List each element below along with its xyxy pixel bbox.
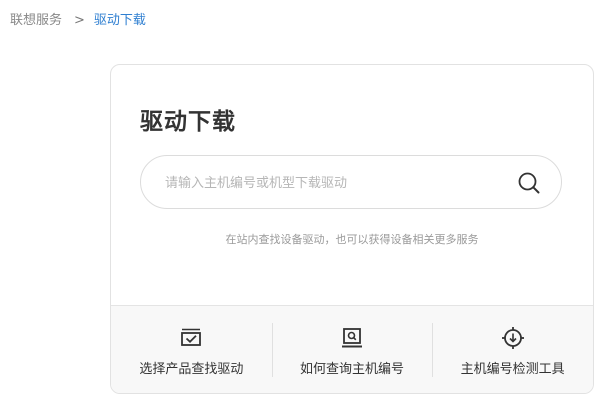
tool-find-serial[interactable]: 如何查询主机编号	[271, 306, 433, 393]
driver-download-card: 驱动下载 在站内查找设备驱动，也可以获得设备相关更多服务 选择产品查找驱动	[110, 64, 594, 394]
breadcrumb-current-link[interactable]: 驱动下载	[94, 13, 146, 28]
crosshair-download-icon	[501, 326, 525, 350]
search-icon[interactable]	[517, 171, 541, 195]
breadcrumb-separator: >	[74, 13, 85, 28]
laptop-search-icon	[340, 326, 364, 350]
breadcrumb-home-link[interactable]: 联想服务	[10, 13, 62, 28]
search-hint: 在站内查找设备驱动，也可以获得设备相关更多服务	[225, 233, 479, 246]
tool-detect-serial[interactable]: 主机编号检测工具	[432, 306, 593, 393]
tool-select-product[interactable]: 选择产品查找驱动	[111, 306, 272, 393]
search-input[interactable]	[163, 156, 507, 210]
page-title: 驱动下载	[140, 109, 236, 135]
search-box	[140, 155, 562, 210]
monitor-check-icon	[179, 326, 203, 350]
tool-label: 如何查询主机编号	[300, 362, 405, 377]
breadcrumb: 联想服务 > 驱动下载	[10, 9, 146, 28]
tool-label: 主机编号检测工具	[460, 362, 565, 377]
tool-bar: 选择产品查找驱动 如何查询主机编号 主机编号检测工具	[111, 305, 593, 393]
tool-label: 选择产品查找驱动	[139, 362, 244, 377]
